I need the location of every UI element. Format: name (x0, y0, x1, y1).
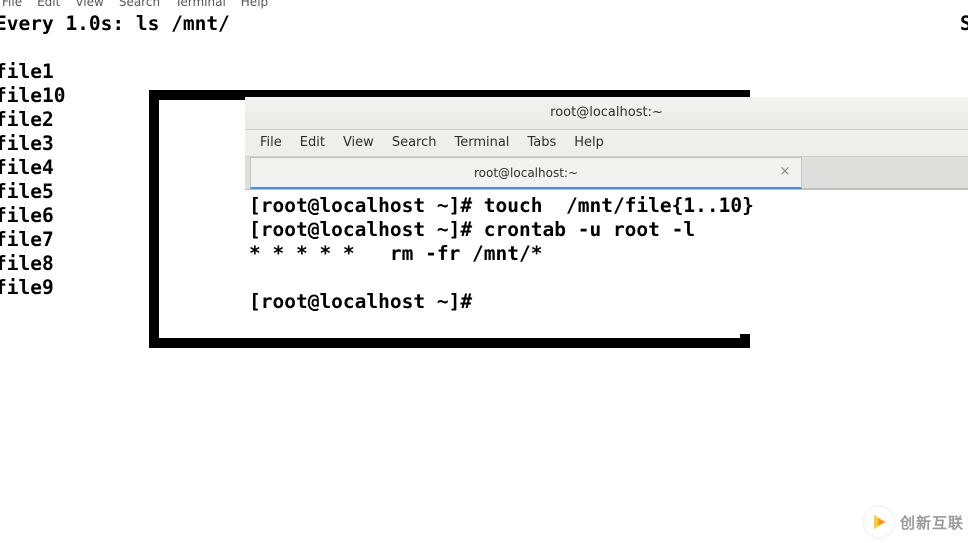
fg-menu-search[interactable]: Search (383, 130, 446, 156)
fg-titlebar[interactable]: root@localhost:~ (245, 97, 968, 130)
bg-menu-view[interactable]: View (75, 0, 103, 9)
fg-tabbar-rest (802, 157, 968, 189)
bg-menu-search[interactable]: Search (119, 0, 160, 9)
fg-terminal-window: root@localhost:~ File Edit View Search T… (245, 97, 968, 334)
fg-menu-edit[interactable]: Edit (291, 130, 334, 156)
fg-line-0: [root@localhost ~]# touch /mnt/file{1..1… (249, 194, 754, 217)
fg-tabbar: root@localhost:~ × (245, 157, 968, 190)
fg-menu-file[interactable]: File (251, 130, 291, 156)
watermark-text: 创新互联 (900, 512, 968, 533)
watermark-logo-icon (864, 507, 894, 537)
bg-menu-terminal[interactable]: Terminal (175, 0, 226, 9)
fg-tab-label: root@localhost:~ (474, 166, 578, 180)
fg-menu-tabs[interactable]: Tabs (518, 130, 565, 156)
close-icon[interactable]: × (777, 165, 793, 181)
fg-line-1: [root@localhost ~]# crontab -u root -l (249, 218, 695, 241)
fg-menubar: File Edit View Search Terminal Tabs Help (245, 130, 968, 157)
bg-menu-help[interactable]: Help (241, 0, 268, 9)
fg-line-4: [root@localhost ~]# (249, 290, 484, 313)
fg-menu-help[interactable]: Help (565, 130, 613, 156)
bg-menu-file[interactable]: File (2, 0, 22, 9)
fg-menu-terminal[interactable]: Terminal (445, 130, 518, 156)
fg-tab-active[interactable]: root@localhost:~ × (250, 157, 802, 189)
fg-menu-view[interactable]: View (334, 130, 383, 156)
bg-menu-edit[interactable]: Edit (37, 0, 60, 9)
fg-line-2: * * * * * rm -fr /mnt/* (249, 242, 543, 265)
fg-terminal-body[interactable]: [root@localhost ~]# touch /mnt/file{1..1… (245, 190, 968, 334)
bg-right-crop-text: S (960, 12, 968, 35)
bg-menubar: File Edit View Search Terminal Help (0, 0, 268, 9)
watermark: 创新互联 (864, 507, 968, 537)
fg-title-text: root@localhost:~ (550, 105, 663, 120)
